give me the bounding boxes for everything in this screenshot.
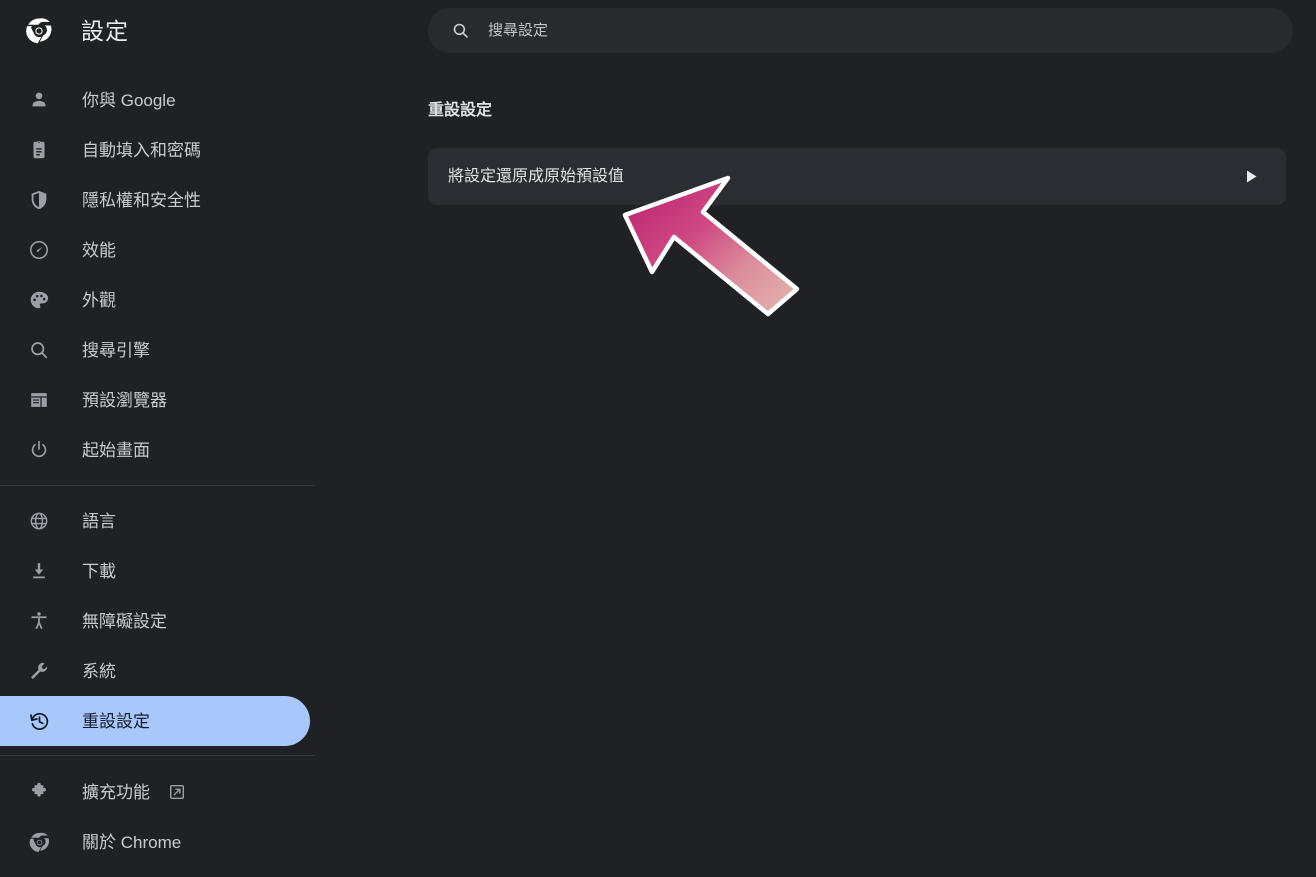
wrench-icon bbox=[26, 658, 52, 684]
sidebar-item-label: 關於 Chrome bbox=[82, 832, 182, 852]
sidebar-item-label: 系統 bbox=[82, 661, 116, 681]
sidebar-item-accessibility[interactable]: 無障礙設定 bbox=[0, 596, 310, 646]
sidebar-item-search-engine[interactable]: 搜尋引擎 bbox=[0, 325, 310, 375]
download-icon bbox=[26, 558, 52, 584]
sidebar-item-label: 你與 Google bbox=[82, 90, 176, 110]
restore-history-icon bbox=[26, 708, 52, 734]
sidebar-item-label: 效能 bbox=[82, 240, 116, 260]
clipboard-icon bbox=[26, 137, 52, 163]
sidebar-item-on-startup[interactable]: 起始畫面 bbox=[0, 425, 310, 475]
sidebar-item-extensions[interactable]: 擴充功能 bbox=[0, 767, 310, 817]
sidebar-item-label: 下載 bbox=[82, 561, 116, 581]
chevron-right-icon[interactable] bbox=[1244, 169, 1258, 185]
search-icon bbox=[26, 337, 52, 363]
search-settings-bar[interactable]: 搜尋設定 bbox=[428, 8, 1293, 53]
search-icon bbox=[450, 21, 470, 41]
sidebar-item-label: 隱私權和安全性 bbox=[82, 190, 201, 210]
sidebar-item-reset-settings[interactable]: 重設設定 bbox=[0, 696, 310, 746]
sidebar-item-autofill-passwords[interactable]: 自動填入和密碼 bbox=[0, 125, 310, 175]
sidebar-group-tertiary: 擴充功能 關於 Chrome bbox=[0, 767, 420, 867]
person-icon bbox=[26, 87, 52, 113]
browser-window-icon bbox=[26, 387, 52, 413]
restore-defaults-label: 將設定還原成原始預設值 bbox=[448, 167, 625, 185]
globe-icon bbox=[26, 508, 52, 534]
sidebar: 設定 你與 Google 自動填入和密碼 隱私權和安全性 效能 外觀 搜尋引擎 … bbox=[0, 0, 420, 877]
restore-defaults-row[interactable]: 將設定還原成原始預設值 bbox=[428, 148, 1286, 205]
accessibility-icon bbox=[26, 608, 52, 634]
sidebar-item-label: 重設設定 bbox=[82, 711, 150, 731]
sidebar-item-downloads[interactable]: 下載 bbox=[0, 546, 310, 596]
sidebar-item-system[interactable]: 系統 bbox=[0, 646, 310, 696]
sidebar-item-appearance[interactable]: 外觀 bbox=[0, 275, 310, 325]
puzzle-icon bbox=[26, 779, 52, 805]
power-icon bbox=[26, 437, 52, 463]
sidebar-item-privacy-security[interactable]: 隱私權和安全性 bbox=[0, 175, 310, 225]
sidebar-item-label: 擴充功能 bbox=[82, 782, 150, 802]
section-title-reset-settings: 重設設定 bbox=[428, 102, 493, 119]
sidebar-group-primary: 你與 Google 自動填入和密碼 隱私權和安全性 效能 外觀 搜尋引擎 預設瀏… bbox=[0, 75, 420, 475]
speedometer-icon bbox=[26, 237, 52, 263]
sidebar-item-label: 語言 bbox=[82, 511, 116, 531]
sidebar-item-default-browser[interactable]: 預設瀏覽器 bbox=[0, 375, 310, 425]
search-input[interactable]: 搜尋設定 bbox=[488, 23, 548, 38]
main-content: 搜尋設定 重設設定 將設定還原成原始預設值 bbox=[420, 0, 1316, 877]
sidebar-item-label: 自動填入和密碼 bbox=[82, 140, 201, 160]
settings-page: 設定 你與 Google 自動填入和密碼 隱私權和安全性 效能 外觀 搜尋引擎 … bbox=[0, 0, 1316, 877]
brand-header: 設定 bbox=[0, 0, 129, 62]
sidebar-item-label: 起始畫面 bbox=[82, 440, 150, 460]
sidebar-divider-1 bbox=[0, 485, 315, 486]
palette-icon bbox=[26, 287, 52, 313]
sidebar-item-label: 外觀 bbox=[82, 290, 116, 310]
sidebar-item-about-chrome[interactable]: 關於 Chrome bbox=[0, 817, 310, 867]
chrome-logo-icon bbox=[26, 829, 52, 855]
sidebar-item-label: 無障礙設定 bbox=[82, 611, 167, 631]
sidebar-item-performance[interactable]: 效能 bbox=[0, 225, 310, 275]
sidebar-item-label: 預設瀏覽器 bbox=[82, 390, 167, 410]
sidebar-group-secondary: 語言 下載 無障礙設定 系統 重設設定 bbox=[0, 496, 420, 746]
chrome-logo-icon bbox=[22, 14, 56, 48]
sidebar-divider-2 bbox=[0, 755, 315, 756]
sidebar-item-you-and-google[interactable]: 你與 Google bbox=[0, 75, 310, 125]
shield-icon bbox=[26, 187, 52, 213]
sidebar-item-label: 搜尋引擎 bbox=[82, 340, 150, 360]
sidebar-item-languages[interactable]: 語言 bbox=[0, 496, 310, 546]
external-link-icon bbox=[168, 783, 186, 801]
page-title: 設定 bbox=[81, 17, 129, 44]
